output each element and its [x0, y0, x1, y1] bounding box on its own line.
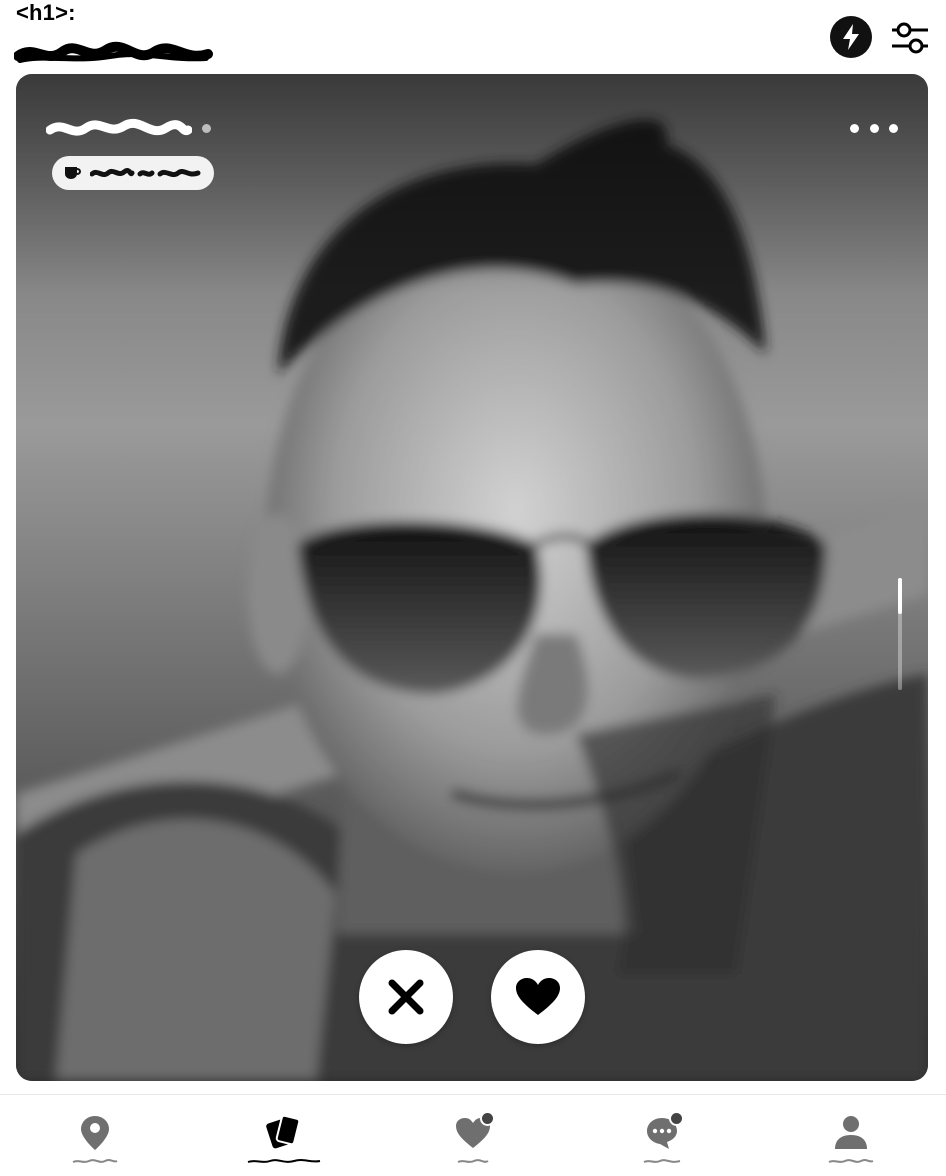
- photo-scroll-thumb[interactable]: [898, 578, 902, 614]
- more-dot: [889, 123, 898, 133]
- like-button[interactable]: [491, 950, 585, 1044]
- page-heading: <h1>:: [16, 0, 76, 25]
- filters-button[interactable]: [888, 16, 932, 60]
- interest-pill: [52, 156, 214, 190]
- heart-icon: [516, 978, 560, 1015]
- profile-name-row: [46, 116, 211, 140]
- location-pin-icon: [75, 1113, 115, 1153]
- app-screen: <h1>:: [0, 0, 946, 1176]
- close-icon: [388, 979, 424, 1015]
- more-dot: [850, 123, 859, 133]
- redacted-profile-name: [46, 119, 192, 136]
- more-dot: [869, 123, 879, 133]
- nav-item-likes[interactable]: [378, 1095, 567, 1176]
- boost-button[interactable]: [830, 16, 872, 58]
- pass-button[interactable]: [359, 950, 453, 1044]
- profile-card[interactable]: [16, 74, 928, 1081]
- profile-photo: [16, 74, 928, 1081]
- nav-item-discover-nearby[interactable]: [0, 1095, 189, 1176]
- redacted-nav-label: [247, 1159, 320, 1163]
- more-options-button[interactable]: [850, 114, 898, 142]
- chat-icon: [642, 1113, 683, 1153]
- redacted-page-title: [13, 38, 214, 73]
- lightning-icon: [843, 24, 859, 50]
- nav-item-cards[interactable]: [189, 1095, 378, 1176]
- cards-icon: [264, 1113, 304, 1153]
- profile-icon: [831, 1113, 871, 1153]
- redacted-interest-text: [90, 168, 201, 178]
- sliders-icon: [892, 22, 928, 54]
- photo-scroll-indicator[interactable]: [898, 578, 902, 690]
- online-status-dot: [202, 123, 211, 133]
- nav-item-profile[interactable]: [757, 1095, 946, 1176]
- redacted-nav-label: [457, 1159, 489, 1163]
- redacted-nav-label: [643, 1159, 681, 1163]
- notification-badge: [671, 1113, 683, 1124]
- redacted-nav-label: [828, 1159, 874, 1163]
- notification-badge: [482, 1113, 493, 1124]
- nav-item-chats[interactable]: [568, 1095, 757, 1176]
- redacted-nav-label: [72, 1159, 118, 1163]
- bottom-navigation: [0, 1094, 946, 1176]
- heart-icon: [453, 1113, 493, 1153]
- coffee-icon: [65, 167, 81, 179]
